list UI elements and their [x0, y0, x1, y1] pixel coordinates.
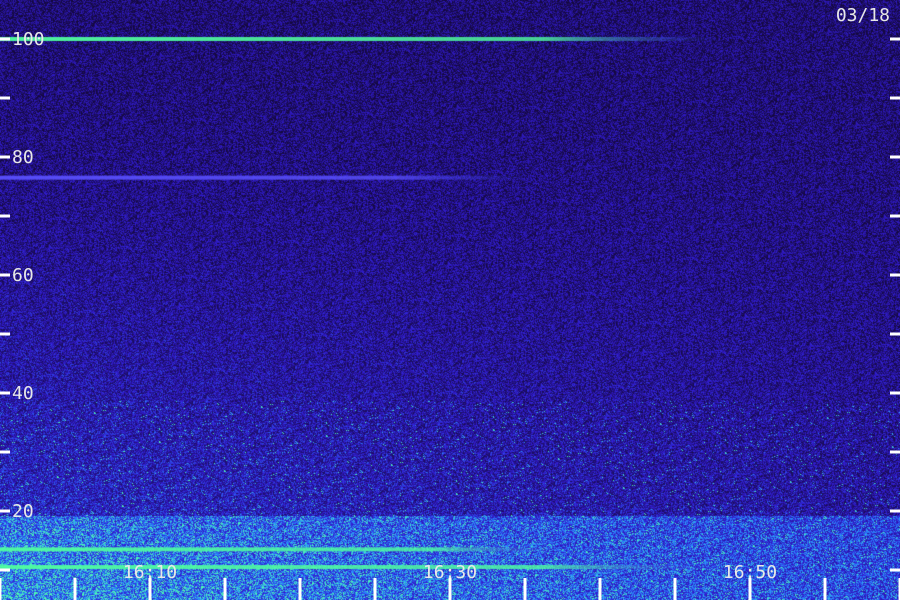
- y-tick-label: 40: [12, 383, 34, 404]
- y-tick-label: 60: [12, 265, 34, 286]
- y-tick-label: 20: [12, 501, 34, 522]
- x-tick-label: 16:30: [423, 562, 477, 583]
- date-label: 03/18: [835, 5, 890, 26]
- y-tick-label: 80: [12, 147, 34, 168]
- x-tick-label: 16:50: [723, 562, 777, 583]
- x-tick-label: 16:10: [123, 562, 177, 583]
- axes-overlay: 100 80 60 40 20 16:10 16:30 16:50: [0, 29, 900, 600]
- y-tick-label: 100: [12, 29, 45, 50]
- spectrogram-chart: 100 80 60 40 20 16:10 16:30 16:50 03/18: [0, 0, 900, 600]
